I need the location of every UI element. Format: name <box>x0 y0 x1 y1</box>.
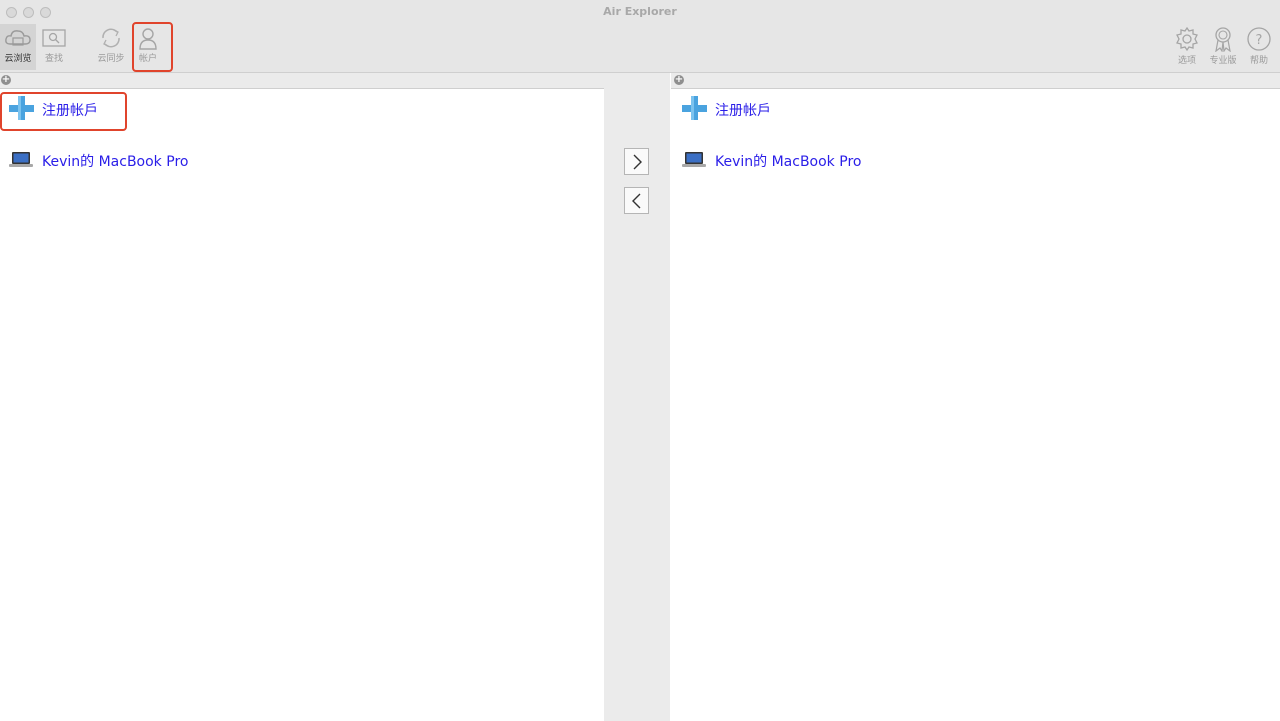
title-toolbar: Air Explorer 云浏览 查找 云同步 帐户 选项 专业版 ? 帮助 <box>0 0 1280 73</box>
help-button[interactable]: ? 帮助 <box>1241 24 1277 70</box>
local-mac-item[interactable]: Kevin的 MacBook Pro <box>681 147 861 175</box>
account-highlight <box>132 22 173 72</box>
local-mac-label: Kevin的 MacBook Pro <box>42 154 189 170</box>
chevron-left-icon <box>625 193 648 209</box>
laptop-icon <box>681 149 707 173</box>
pro-version-button[interactable]: 专业版 <box>1205 24 1241 70</box>
local-mac-label: Kevin的 MacBook Pro <box>715 154 862 170</box>
right-add-tab-icon[interactable]: + <box>674 75 684 85</box>
copy-left-button[interactable] <box>624 187 649 214</box>
add-account-icon <box>681 95 707 125</box>
window-title: Air Explorer <box>603 5 677 18</box>
register-account-highlight <box>0 92 127 131</box>
transfer-column <box>604 73 670 721</box>
right-pane: 注册帐戶 Kevin的 MacBook Pro <box>671 90 1280 721</box>
copy-right-button[interactable] <box>624 148 649 175</box>
find-icon <box>36 26 72 50</box>
left-add-tab-icon[interactable]: + <box>1 75 11 85</box>
right-path-bar: + <box>671 73 1280 89</box>
cloud-sync-button[interactable]: 云同步 <box>93 24 129 70</box>
cloud-browse-label: 云浏览 <box>4 54 32 64</box>
help-label: 帮助 <box>1249 56 1268 66</box>
chevron-right-icon <box>625 154 648 170</box>
laptop-icon <box>8 149 34 173</box>
left-path-bar: + <box>0 73 604 89</box>
local-mac-item[interactable]: Kevin的 MacBook Pro <box>8 147 188 175</box>
options-label: 选项 <box>1177 56 1196 66</box>
award-ribbon-icon <box>1205 26 1241 52</box>
cloud-browse-button[interactable]: 云浏览 <box>0 24 36 70</box>
svg-text:?: ? <box>1256 33 1263 48</box>
gear-icon <box>1169 26 1205 52</box>
left-pane: 注册帐戶 Kevin的 MacBook Pro <box>0 90 604 721</box>
register-account-label: 注册帐戶 <box>715 103 771 119</box>
find-button[interactable]: 查找 <box>36 24 72 70</box>
cloud-sync-label: 云同步 <box>97 54 125 64</box>
find-label: 查找 <box>44 54 63 64</box>
options-button[interactable]: 选项 <box>1169 24 1205 70</box>
pro-version-label: 专业版 <box>1209 56 1237 66</box>
help-icon: ? <box>1241 26 1277 52</box>
cloud-browse-icon <box>0 26 36 50</box>
cloud-sync-icon <box>93 26 129 50</box>
register-account-item[interactable]: 注册帐戶 <box>681 96 771 124</box>
